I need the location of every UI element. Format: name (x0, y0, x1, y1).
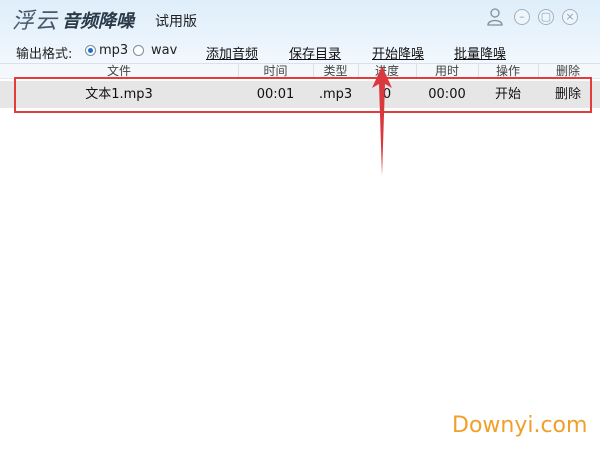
output-format-label: 输出格式: (16, 47, 73, 62)
column-header-file: 文件 (106, 64, 131, 78)
column-header-time: 时间 (263, 64, 288, 78)
app-title: 音频降噪 (62, 11, 134, 32)
file-table: 文件 时间 类型 进度 用时 操作 删除 文本1.mp3 00:01 .mp3 … (0, 63, 600, 451)
watermark: Downyi.com (452, 413, 588, 438)
minimize-icon[interactable]: – (514, 9, 530, 25)
app-window: 浮云 音频降噪 试用版 – ▢ × 输出格式: mp3 wav 添加音频 保存目… (0, 0, 600, 451)
save-directory-button[interactable]: 保存目录 (289, 43, 341, 62)
toolbar: 输出格式: mp3 wav 添加音频 保存目录 开始降噪 批量降噪 (0, 38, 600, 62)
highlight-box (14, 77, 592, 113)
title-bar: 浮云 音频降噪 试用版 – ▢ × (0, 0, 600, 36)
format-label-wav[interactable]: wav (151, 43, 177, 58)
batch-denoise-button[interactable]: 批量降噪 (454, 43, 506, 62)
brand-logo-text: 浮云 (12, 9, 59, 34)
edition-label: 试用版 (155, 14, 197, 30)
column-header-action: 操作 (495, 64, 520, 78)
add-audio-button[interactable]: 添加音频 (206, 43, 258, 62)
column-header-delete: 删除 (555, 64, 580, 78)
column-header-elapsed: 用时 (434, 64, 459, 78)
column-header-type: 类型 (323, 64, 348, 78)
format-label-mp3[interactable]: mp3 (99, 43, 128, 58)
annotation-arrow (372, 66, 392, 176)
format-radio-mp3[interactable] (85, 45, 96, 56)
user-icon[interactable] (487, 8, 503, 26)
maximize-icon[interactable]: ▢ (538, 9, 554, 25)
start-denoise-button[interactable]: 开始降噪 (372, 43, 424, 62)
close-icon[interactable]: × (562, 9, 578, 25)
format-radio-wav[interactable] (133, 45, 144, 56)
